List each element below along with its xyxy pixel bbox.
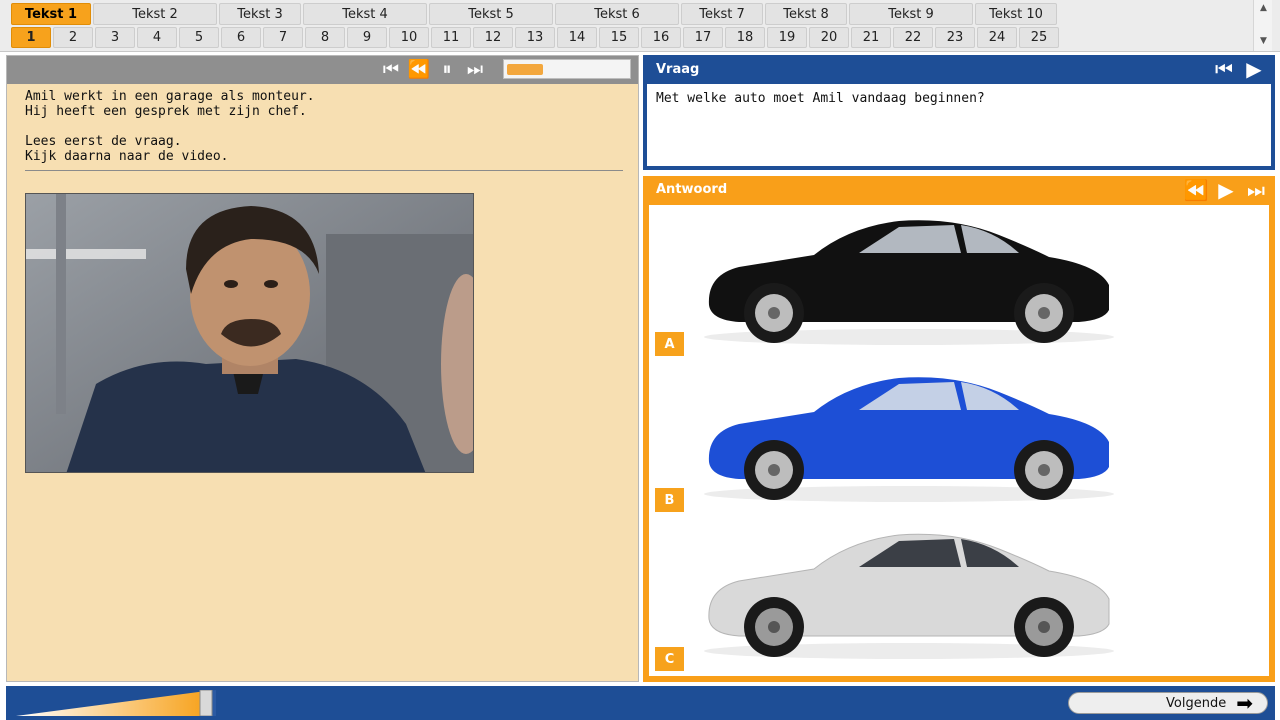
skip-forward-icon[interactable]: ⏭ — [463, 59, 487, 81]
car-image-blue — [704, 377, 1114, 502]
video-progress-bar[interactable] — [503, 59, 631, 79]
question-number-21[interactable]: 21 — [851, 27, 891, 48]
intro-line: Kijk daarna naar de video. — [25, 149, 229, 164]
question-number-row: 1 2 3 4 5 6 7 8 9 10 11 12 13 14 15 16 1… — [11, 27, 1061, 48]
divider — [25, 170, 623, 171]
question-number-18[interactable]: 18 — [725, 27, 765, 48]
question-title: Vraag — [656, 62, 700, 77]
question-number-1[interactable]: 1 — [11, 27, 51, 48]
question-number-24[interactable]: 24 — [977, 27, 1017, 48]
tab-tekst-7[interactable]: Tekst 7 — [681, 3, 763, 25]
video-player[interactable] — [25, 193, 474, 473]
pause-icon[interactable]: ⏸ — [435, 59, 459, 81]
question-number-14[interactable]: 14 — [557, 27, 597, 48]
volume-ramp — [16, 689, 216, 717]
scroll-up-icon[interactable]: ▲ — [1254, 0, 1273, 16]
next-button-label: Volgende — [1166, 695, 1227, 711]
question-header: Vraag ⏮ ▶ — [643, 55, 1275, 84]
question-body: Met welke auto moet Amil vandaag beginne… — [647, 84, 1271, 166]
volume-slider[interactable] — [16, 689, 216, 717]
question-number-2[interactable]: 2 — [53, 27, 93, 48]
rewind-icon[interactable]: ⏪ — [407, 59, 431, 81]
intro-line: Hij heeft een gesprek met zijn chef. — [25, 104, 307, 119]
question-number-5[interactable]: 5 — [179, 27, 219, 48]
question-number-8[interactable]: 8 — [305, 27, 345, 48]
question-number-4[interactable]: 4 — [137, 27, 177, 48]
question-number-6[interactable]: 6 — [221, 27, 261, 48]
question-audio-controls: ⏮ ▶ — [1211, 56, 1267, 82]
answer-option-a[interactable]: A — [649, 205, 1269, 362]
question-number-10[interactable]: 10 — [389, 27, 429, 48]
play-icon[interactable]: ▶ — [1213, 177, 1239, 203]
question-number-16[interactable]: 16 — [641, 27, 681, 48]
tab-tekst-6[interactable]: Tekst 6 — [555, 3, 679, 25]
media-toolbar: ⏮ ⏪ ⏸ ⏭ — [7, 56, 638, 84]
skip-back-icon[interactable]: ⏮ — [379, 59, 403, 81]
question-number-20[interactable]: 20 — [809, 27, 849, 48]
question-number-9[interactable]: 9 — [347, 27, 387, 48]
question-number-7[interactable]: 7 — [263, 27, 303, 48]
question-number-15[interactable]: 15 — [599, 27, 639, 48]
question-number-25[interactable]: 25 — [1019, 27, 1059, 48]
tab-tekst-5[interactable]: Tekst 5 — [429, 3, 553, 25]
question-number-19[interactable]: 19 — [767, 27, 807, 48]
answer-option-c[interactable]: C — [649, 519, 1269, 676]
option-letter-a: A — [655, 332, 684, 356]
question-number-17[interactable]: 17 — [683, 27, 723, 48]
car-image-black — [704, 220, 1114, 345]
tab-tekst-9[interactable]: Tekst 9 — [849, 3, 973, 25]
intro-line: Amil werkt in een garage als monteur. — [25, 89, 315, 104]
question-number-12[interactable]: 12 — [473, 27, 513, 48]
answer-options: A B C — [649, 205, 1269, 676]
tab-tekst-10[interactable]: Tekst 10 — [975, 3, 1057, 25]
skip-forward-icon[interactable]: ⏭ — [1243, 177, 1269, 203]
text-tab-row: Tekst 1 Tekst 2 Tekst 3 Tekst 4 Tekst 5 … — [11, 3, 1059, 25]
answer-option-b[interactable]: B — [649, 362, 1269, 519]
context-panel: ⏮ ⏪ ⏸ ⏭ Amil werkt in een garage als mon… — [6, 55, 639, 682]
answer-title: Antwoord — [656, 182, 728, 197]
arrow-right-icon: ➡ — [1236, 691, 1253, 715]
tab-tekst-2[interactable]: Tekst 2 — [93, 3, 217, 25]
option-letter-c: C — [655, 647, 684, 671]
tab-tekst-8[interactable]: Tekst 8 — [765, 3, 847, 25]
footer-bar: Volgende ➡ — [6, 686, 1275, 720]
answer-audio-controls: ⏪ ▶ ⏭ — [1183, 177, 1269, 203]
question-text: Met welke auto moet Amil vandaag beginne… — [656, 91, 985, 106]
tab-tekst-4[interactable]: Tekst 4 — [303, 3, 427, 25]
intro-line: Lees eerst de vraag. — [25, 134, 182, 149]
tab-tekst-3[interactable]: Tekst 3 — [219, 3, 301, 25]
option-letter-b: B — [655, 488, 684, 512]
next-button[interactable]: Volgende ➡ — [1068, 692, 1268, 714]
media-controls: ⏮ ⏪ ⏸ ⏭ — [379, 59, 487, 81]
video-progress-fill — [507, 64, 543, 75]
question-number-23[interactable]: 23 — [935, 27, 975, 48]
tab-tekst-1[interactable]: Tekst 1 — [11, 3, 91, 25]
question-number-11[interactable]: 11 — [431, 27, 471, 48]
answer-panel: Antwoord ⏪ ▶ ⏭ A B C — [643, 176, 1275, 682]
intro-text: Amil werkt in een garage als monteur. Hi… — [25, 89, 625, 164]
question-number-3[interactable]: 3 — [95, 27, 135, 48]
scroll-down-icon[interactable]: ▼ — [1254, 33, 1273, 49]
nav-scrollbar[interactable]: ▲ ▼ — [1253, 0, 1272, 51]
question-number-22[interactable]: 22 — [893, 27, 933, 48]
play-icon[interactable]: ▶ — [1241, 56, 1267, 82]
car-image-silver — [704, 533, 1114, 659]
question-number-13[interactable]: 13 — [515, 27, 555, 48]
text-navigation: Tekst 1 Tekst 2 Tekst 3 Tekst 4 Tekst 5 … — [0, 0, 1280, 52]
question-panel: Vraag ⏮ ▶ Met welke auto moet Amil vanda… — [643, 55, 1275, 170]
video-frame — [26, 194, 473, 472]
rewind-icon[interactable]: ⏪ — [1183, 177, 1209, 203]
skip-back-icon[interactable]: ⏮ — [1211, 56, 1237, 82]
